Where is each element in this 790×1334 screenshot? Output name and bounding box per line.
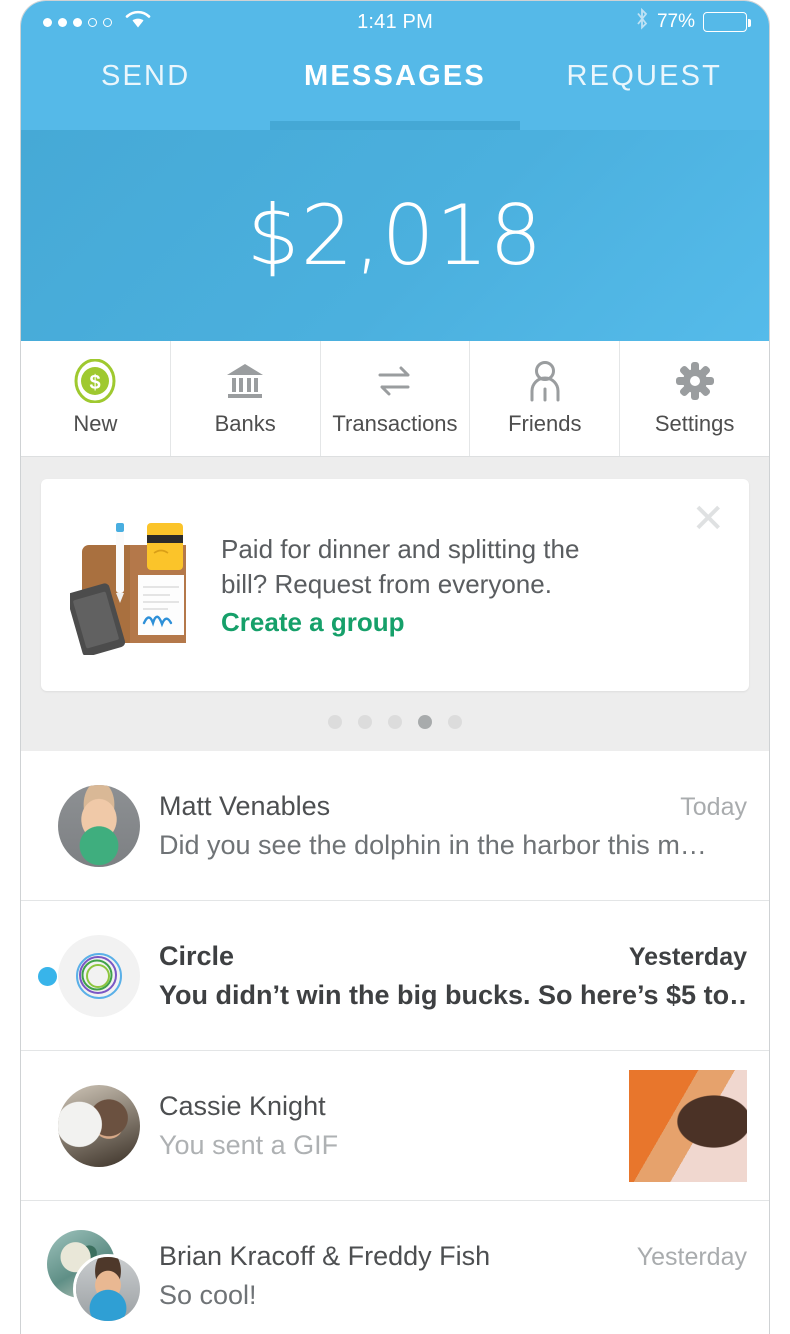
- bluetooth-icon: [635, 7, 649, 36]
- balance-section[interactable]: $2,018: [21, 130, 769, 341]
- promo-line-1: Paid for dinner and splitting the: [221, 534, 580, 565]
- action-new-label: New: [73, 411, 118, 436]
- action-transactions-label: Transactions: [332, 411, 458, 436]
- avatar: [43, 1230, 155, 1324]
- gear-icon: [675, 360, 715, 402]
- status-right: 77%: [433, 7, 752, 36]
- status-left: [43, 10, 357, 35]
- table-row[interactable]: Brian Kracoff & Freddy Fish Yesterday So…: [21, 1201, 769, 1334]
- pagination-dot-active[interactable]: [418, 715, 432, 729]
- tab-messages[interactable]: MESSAGES: [270, 43, 520, 130]
- row-content: Cassie Knight You sent a GIF: [155, 1091, 619, 1161]
- tab-send[interactable]: SEND: [21, 43, 270, 130]
- message-preview: Did you see the dolphin in the harbor th…: [159, 829, 707, 860]
- battery-icon: [703, 12, 752, 32]
- promo-text: Paid for dinner and splitting the bill? …: [201, 532, 619, 638]
- wifi-icon: [125, 10, 151, 35]
- promo-carousel: ✕ Paid for dinner and splitting the bill…: [21, 457, 769, 691]
- phone-screen: 1:41 PM 77% SEND MESSAGES REQUEST $2,018: [20, 0, 770, 1334]
- person-icon: [526, 360, 564, 402]
- battery-percent: 77%: [656, 11, 696, 32]
- table-row[interactable]: Circle Yesterday You didn’t win the big …: [21, 901, 769, 1051]
- signal-strength-icon: [43, 17, 112, 27]
- close-icon[interactable]: ✕: [691, 499, 725, 539]
- svg-text:$: $: [90, 372, 101, 394]
- contact-name: Matt Venables: [159, 790, 331, 821]
- promo-card[interactable]: ✕ Paid for dinner and splitting the bill…: [41, 479, 749, 691]
- message-preview: You didn’t win the big bucks. So here’s …: [159, 979, 747, 1010]
- top-tab-bar: SEND MESSAGES REQUEST: [21, 43, 769, 130]
- status-bar: 1:41 PM 77%: [21, 1, 769, 43]
- action-transactions[interactable]: Transactions: [321, 341, 471, 456]
- table-row[interactable]: Cassie Knight You sent a GIF: [21, 1051, 769, 1201]
- action-friends[interactable]: Friends: [470, 341, 621, 456]
- message-list: Matt Venables Today Did you see the dolp…: [21, 751, 769, 1334]
- row-content: Matt Venables Today Did you see the dolp…: [155, 791, 747, 861]
- message-preview: You sent a GIF: [159, 1129, 339, 1160]
- contact-name: Circle: [159, 940, 235, 971]
- bank-icon: [224, 360, 266, 402]
- row-content: Brian Kracoff & Freddy Fish Yesterday So…: [155, 1241, 747, 1311]
- timestamp: Yesterday: [628, 942, 747, 971]
- tab-request[interactable]: REQUEST: [520, 43, 769, 130]
- action-settings[interactable]: Settings: [620, 341, 769, 456]
- balance-amount: $2,018: [246, 187, 544, 284]
- action-banks[interactable]: Banks: [171, 341, 321, 456]
- message-preview: So cool!: [159, 1280, 257, 1310]
- contact-name: Brian Kracoff & Freddy Fish: [159, 1241, 491, 1271]
- pagination-dot[interactable]: [358, 715, 372, 729]
- billfold-receipt-icon: [65, 515, 201, 655]
- pagination-dot[interactable]: [448, 715, 462, 729]
- pagination-dot[interactable]: [328, 715, 342, 729]
- circle-logo-icon: [58, 934, 140, 1017]
- timestamp: Yesterday: [636, 1243, 747, 1271]
- quick-actions-bar: $ New Banks Transactions Friends Setting…: [21, 341, 769, 457]
- gif-thumbnail[interactable]: [629, 1069, 747, 1182]
- table-row[interactable]: Matt Venables Today Did you see the dolp…: [21, 751, 769, 901]
- dollar-coin-icon: $: [73, 359, 117, 403]
- create-group-link[interactable]: Create a group: [221, 607, 579, 638]
- action-new[interactable]: $ New: [21, 341, 171, 456]
- timestamp: Today: [680, 792, 747, 821]
- action-settings-label: Settings: [654, 411, 735, 436]
- action-friends-label: Friends: [508, 411, 582, 436]
- avatar: [43, 784, 155, 867]
- avatar: [43, 934, 155, 1017]
- promo-line-2: bill? Request from everyone.: [221, 568, 552, 599]
- transfer-arrows-icon: [374, 360, 416, 402]
- avatar: [43, 1084, 155, 1167]
- action-banks-label: Banks: [214, 411, 276, 436]
- carousel-pagination: [21, 691, 769, 751]
- status-time: 1:41 PM: [357, 10, 433, 33]
- pagination-dot[interactable]: [388, 715, 402, 729]
- contact-name: Cassie Knight: [159, 1090, 326, 1121]
- row-content: Circle Yesterday You didn’t win the big …: [155, 941, 747, 1011]
